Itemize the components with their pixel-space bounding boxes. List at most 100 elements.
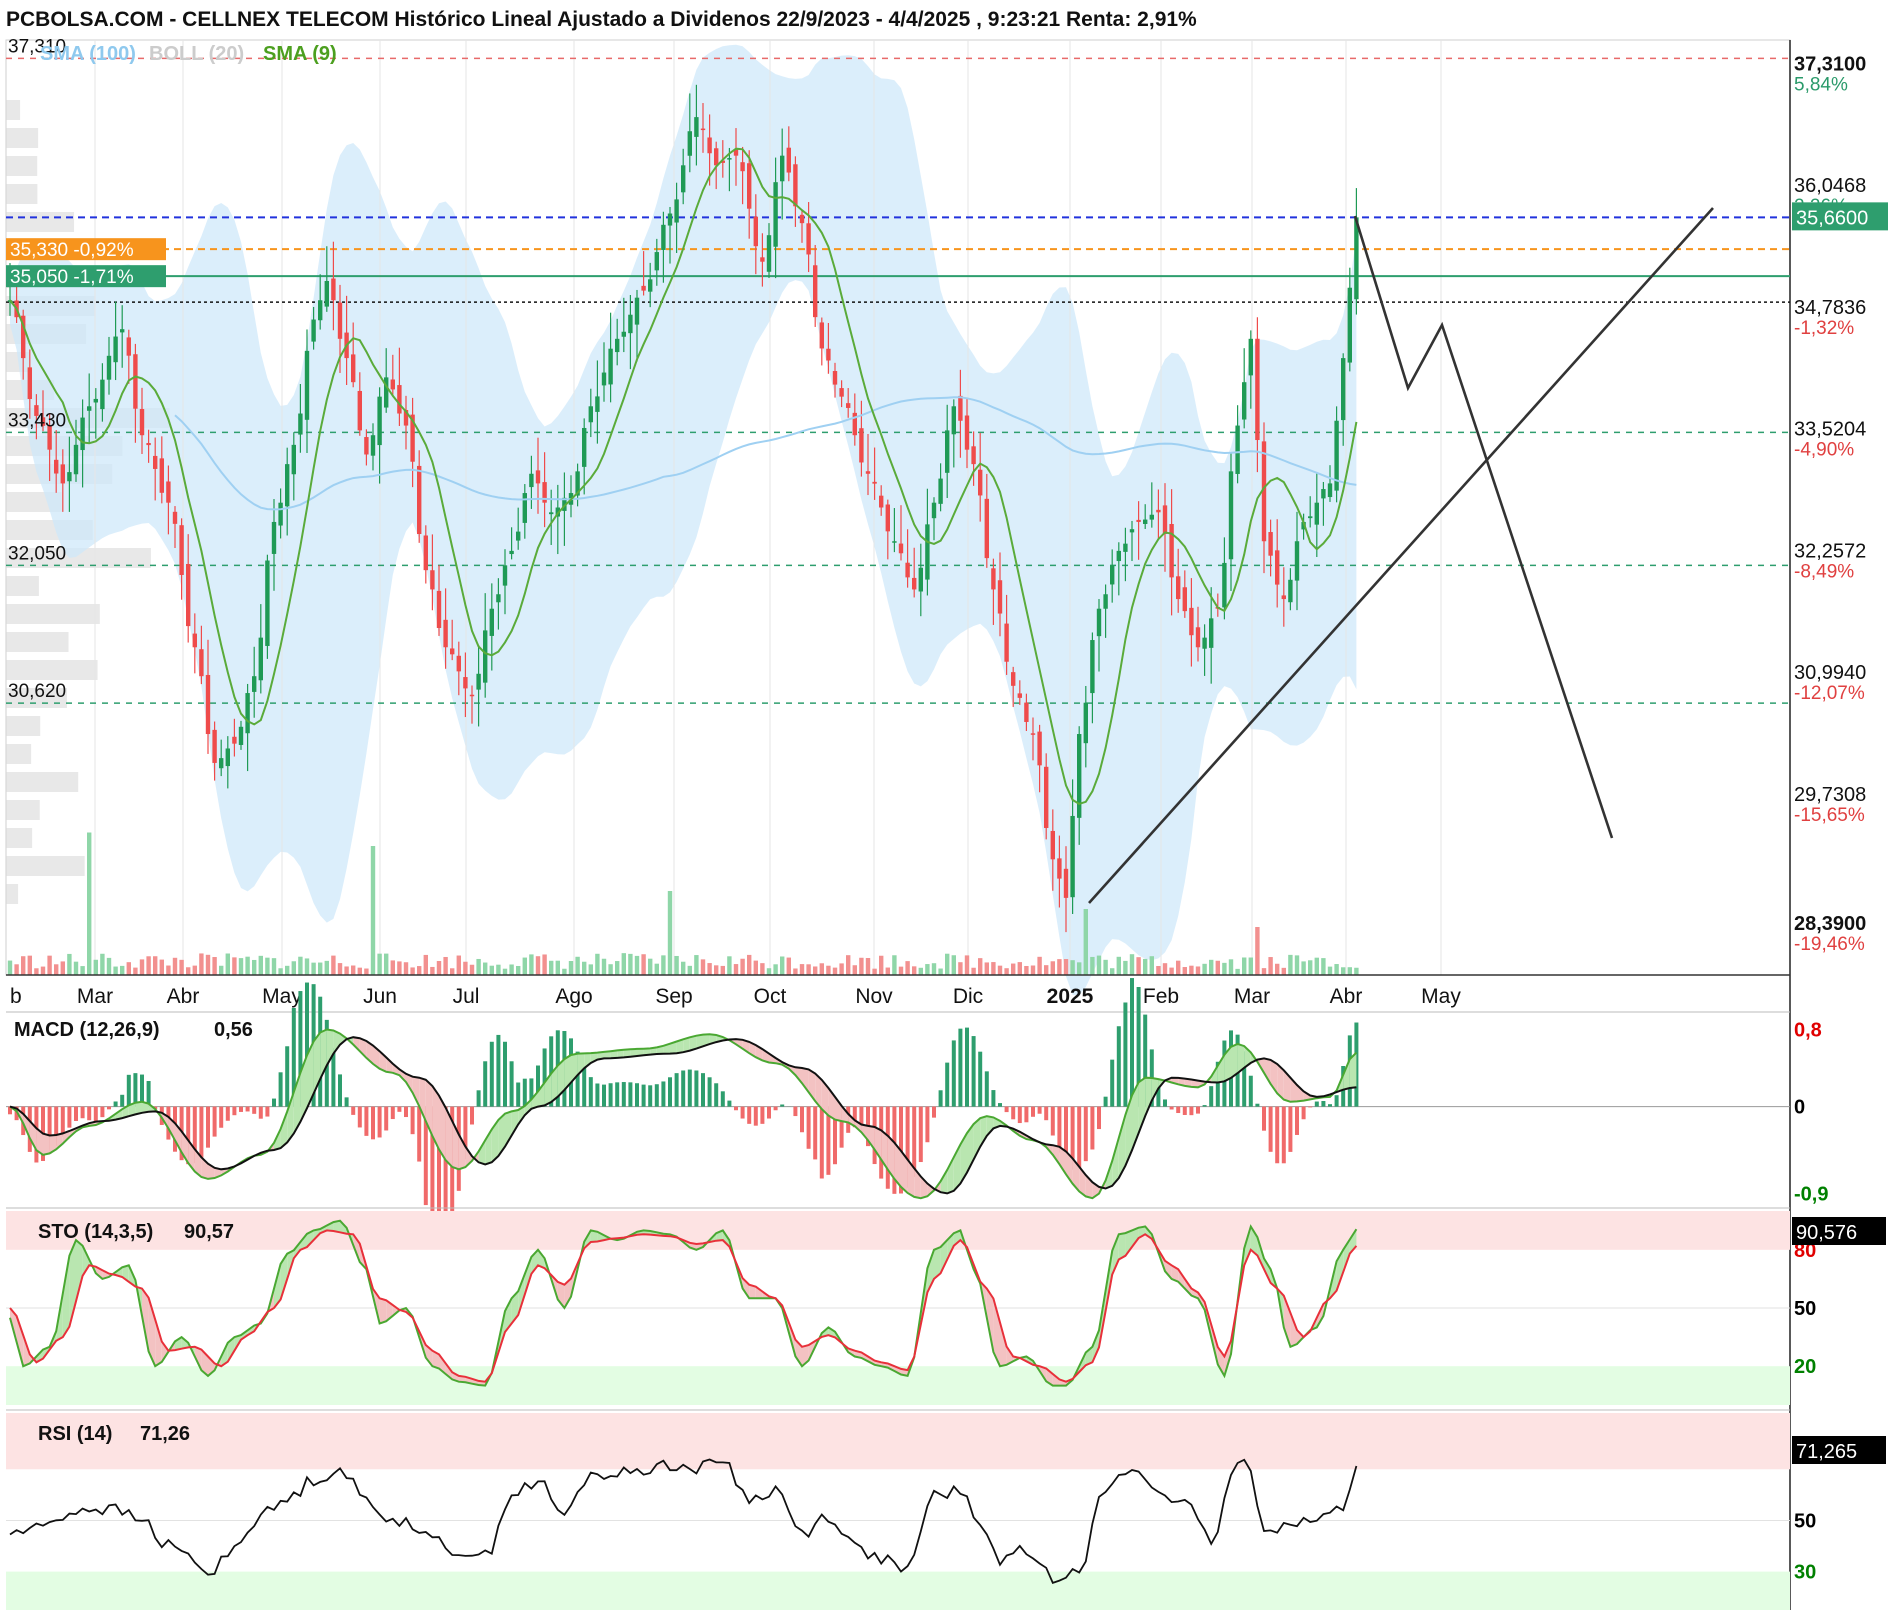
volume-bar: [496, 965, 500, 975]
macd-histogram-bar: [1209, 1086, 1213, 1106]
macd-histogram-bar: [1011, 1107, 1015, 1120]
candle-body: [635, 298, 639, 325]
volume-bar: [542, 954, 546, 975]
month-label: Abr: [167, 985, 200, 1008]
volume-bar: [1037, 957, 1041, 975]
month-label: Mar: [1234, 985, 1270, 1008]
macd-histogram-bar: [1288, 1107, 1292, 1152]
candle-body: [1117, 551, 1121, 561]
candle-body: [925, 524, 929, 579]
volume-bar: [272, 958, 276, 975]
volume-bar: [674, 956, 678, 975]
candle-body: [866, 471, 870, 474]
volume-bar: [298, 957, 302, 975]
macd-histogram-bar: [932, 1107, 936, 1118]
month-label: May: [262, 985, 302, 1008]
volume-bar: [1051, 961, 1055, 975]
volume-bar: [1341, 967, 1345, 975]
volume-bar: [549, 961, 553, 975]
macd-histogram-bar: [622, 1082, 626, 1107]
macd-histogram-bar: [510, 1061, 514, 1106]
volume-bar: [483, 963, 487, 975]
volume-bar: [529, 954, 533, 975]
candle-body: [331, 278, 335, 300]
volume-bar: [1242, 957, 1246, 975]
volume-bar: [886, 968, 890, 975]
macd-histogram-bar: [991, 1090, 995, 1107]
macd-histogram-bar: [1024, 1107, 1028, 1123]
volume-bar: [285, 966, 289, 975]
volume-bar: [727, 956, 731, 975]
candle-body: [846, 403, 850, 408]
sto-value: 90,57: [184, 1221, 234, 1243]
volume-profile-bar: [6, 744, 31, 764]
macd-histogram-bar: [985, 1071, 989, 1106]
candle-body: [806, 223, 810, 254]
volume-bar: [28, 956, 32, 975]
overbought-zone: [6, 1211, 1790, 1250]
month-label: Sep: [655, 985, 692, 1008]
month-label: Ago: [555, 985, 592, 1008]
legend-item: SMA (9): [263, 43, 337, 65]
volume-bar: [648, 959, 652, 975]
volume-bar: [1176, 961, 1180, 975]
volume-bar: [1011, 964, 1015, 975]
macd-histogram-bar: [939, 1090, 943, 1106]
candle-body: [1051, 831, 1055, 859]
volume-profile-bar: [6, 772, 78, 792]
candle-body: [1143, 520, 1147, 524]
volume-bar: [991, 962, 995, 975]
candle-body: [107, 356, 111, 380]
volume-bar: [714, 965, 718, 975]
level-label: 30,620: [8, 681, 66, 702]
month-label: 2025: [1047, 985, 1094, 1008]
candle-body: [219, 758, 223, 768]
month-label: Jun: [363, 985, 397, 1008]
volume-bar: [476, 959, 480, 975]
indicator-legend: SMA (100)BOLL (20)SMA (9): [40, 43, 337, 65]
candle-body: [153, 456, 157, 469]
candle-body: [1090, 640, 1094, 693]
macd-tick: -0,9: [1794, 1183, 1828, 1205]
volume-bar: [239, 958, 243, 975]
pct-tick: 5,84%: [1794, 74, 1848, 95]
macd-histogram-bar: [1275, 1107, 1279, 1164]
macd-histogram-bar: [708, 1077, 712, 1106]
volume-bar: [787, 958, 791, 975]
volume-profile-bar: [6, 156, 37, 176]
macd-histogram-bar: [490, 1042, 494, 1107]
macd-histogram-bar: [582, 1066, 586, 1106]
candle-body: [160, 458, 164, 492]
macd-histogram-bar: [1104, 1097, 1108, 1107]
candle-body: [932, 503, 936, 519]
sto-tick: 50: [1794, 1298, 1816, 1320]
month-label: Dic: [953, 985, 983, 1008]
volume-profile-bar: [6, 856, 85, 876]
rsi-value: 71,26: [140, 1423, 190, 1445]
candle-body: [100, 380, 104, 409]
volume-bar: [622, 953, 626, 975]
macd-histogram-bar: [1163, 1099, 1167, 1106]
candle-body: [166, 481, 170, 502]
volume-bar: [430, 967, 434, 975]
volume-bar: [1084, 909, 1088, 975]
volume-bar: [569, 961, 573, 975]
volume-bar: [160, 960, 164, 975]
candle-body: [919, 568, 923, 592]
candle-body: [1348, 288, 1352, 363]
volume-bar: [206, 955, 210, 975]
candle-body: [1255, 339, 1259, 440]
candle-body: [1169, 524, 1173, 577]
volume-bar: [1090, 957, 1094, 975]
macd-fill: [43, 1134, 50, 1155]
macd-histogram-bar: [780, 1105, 784, 1107]
candle-body: [490, 609, 494, 636]
sto-tick: 20: [1794, 1356, 1816, 1378]
candle-body: [338, 303, 342, 339]
volume-bar: [899, 967, 903, 975]
candle-body: [747, 163, 751, 208]
candle-body: [615, 339, 619, 352]
candle-body: [754, 217, 758, 247]
macd-histogram-bar: [503, 1042, 507, 1107]
price-tick: 29,7308: [1794, 784, 1866, 806]
